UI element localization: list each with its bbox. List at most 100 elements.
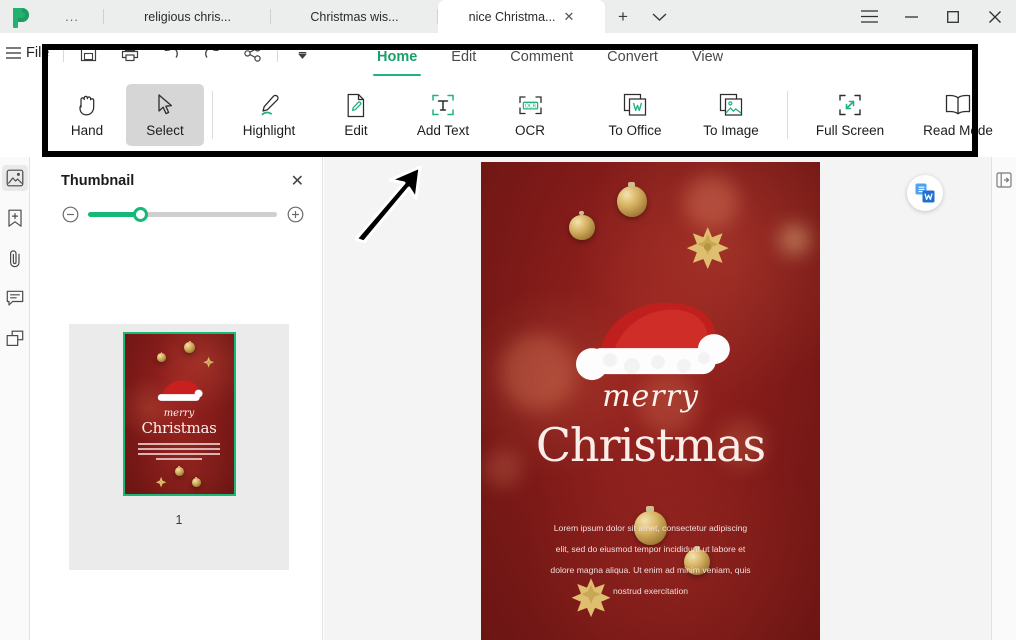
gold-ornament xyxy=(569,211,595,241)
annotation-arrow-icon xyxy=(354,165,422,243)
tool-to-office[interactable]: To Office xyxy=(587,84,683,146)
tab-convert[interactable]: Convert xyxy=(590,42,675,72)
window-close-icon[interactable] xyxy=(974,0,1016,33)
tab-comment[interactable]: Comment xyxy=(493,42,590,72)
tab-label: ... xyxy=(65,9,79,24)
print-icon[interactable] xyxy=(109,37,150,69)
tool-label: Highlight xyxy=(242,123,296,138)
undo-icon[interactable] xyxy=(150,37,191,69)
tab-view[interactable]: View xyxy=(675,42,740,72)
maximize-icon[interactable] xyxy=(932,0,974,33)
cursor-arrow-icon xyxy=(155,92,175,118)
tab-1[interactable]: religious chris... xyxy=(104,0,271,33)
window-controls xyxy=(848,0,1016,33)
tool-read-mode[interactable]: Read Mode xyxy=(904,84,1012,146)
main-menu-hamburger-icon[interactable] xyxy=(0,47,26,59)
body-line: dolore magna aliqua. Ut enim ad minim ve… xyxy=(550,565,751,576)
gold-bow xyxy=(684,222,731,270)
tool-label: Add Text xyxy=(416,123,470,138)
chevron-down-icon[interactable] xyxy=(641,0,677,33)
more-options-icon[interactable] xyxy=(282,37,323,69)
tab-2[interactable]: Christmas wis... xyxy=(271,0,438,33)
tab-0[interactable]: ... xyxy=(40,0,104,33)
tool-label: Edit xyxy=(344,123,368,138)
ocr-icon: OCR xyxy=(518,92,543,118)
to-image-icon xyxy=(719,92,744,118)
christmas-poster-art: merry Christmas Lorem ipsum dolor sit am… xyxy=(481,162,820,640)
window-menu-icon[interactable] xyxy=(848,0,890,33)
save-icon[interactable] xyxy=(68,37,109,69)
poster-main-title: Christmas xyxy=(535,417,766,472)
app-logo-icon xyxy=(0,0,40,33)
collapse-panel-icon[interactable] xyxy=(991,167,1016,193)
tool-label: Select xyxy=(146,123,184,138)
edit-document-icon xyxy=(345,92,367,118)
comment-icon[interactable] xyxy=(2,285,28,311)
home-tool-ribbon: Hand Select Highlight Edit Add Text OCR … xyxy=(0,73,1016,157)
tool-label: To Office xyxy=(608,123,662,138)
tool-edit[interactable]: Edit xyxy=(317,84,395,146)
minimize-icon[interactable] xyxy=(890,0,932,33)
tab-edit[interactable]: Edit xyxy=(434,42,493,72)
tool-label: Full Screen xyxy=(815,123,885,138)
tool-select[interactable]: Select xyxy=(126,84,204,146)
panel-title: Thumbnail xyxy=(61,173,135,189)
highlighter-pen-icon xyxy=(257,92,282,118)
close-panel-icon[interactable]: ✕ xyxy=(291,171,304,191)
tool-hand[interactable]: Hand xyxy=(48,84,126,146)
svg-text:OCR: OCR xyxy=(524,103,536,109)
application-window: ... religious chris... Christmas wis... … xyxy=(0,0,1016,640)
slider-knob[interactable] xyxy=(133,206,149,222)
tool-label: To Image xyxy=(703,123,759,138)
full-screen-icon xyxy=(838,92,862,118)
convert-to-word-button[interactable] xyxy=(907,175,943,211)
divider xyxy=(63,44,65,62)
bookmark-add-icon[interactable] xyxy=(2,205,28,231)
thumbnail-page-number: 1 xyxy=(175,513,183,527)
tab-label: religious chris... xyxy=(144,9,231,24)
tool-full-screen[interactable]: Full Screen xyxy=(796,84,904,146)
zoom-out-icon[interactable] xyxy=(61,205,79,223)
divider xyxy=(787,91,788,139)
poster-script-title: merry xyxy=(602,379,699,415)
to-office-icon xyxy=(623,92,648,118)
file-menu-button[interactable]: File xyxy=(26,45,59,61)
tool-to-image[interactable]: To Image xyxy=(683,84,779,146)
poster-body-text: Lorem ipsum dolor sit amet, consectetur … xyxy=(508,518,793,602)
ribbon-tab-strip: Home Edit Comment Convert View xyxy=(360,42,740,76)
tool-add-text[interactable]: Add Text xyxy=(395,84,491,146)
close-icon[interactable]: ✕ xyxy=(563,10,574,23)
new-tab-button[interactable]: + xyxy=(605,0,641,33)
convert-to-word-icon xyxy=(915,183,935,203)
tool-ocr[interactable]: OCR OCR xyxy=(491,84,569,146)
thumbnail-page-cell[interactable]: merry Christmas 1 xyxy=(69,324,289,570)
body-line: nostrud exercitation xyxy=(613,586,688,597)
thumbnail-panel: Thumbnail ✕ merry Christmas 1 xyxy=(31,157,323,640)
hand-icon xyxy=(76,92,98,118)
zoom-in-icon[interactable] xyxy=(286,205,304,223)
attachment-icon[interactable] xyxy=(2,245,28,271)
browser-tab-bar: ... religious chris... Christmas wis... … xyxy=(0,0,1016,33)
tab-home[interactable]: Home xyxy=(360,42,434,76)
thumbnail-page-preview[interactable]: merry Christmas xyxy=(122,332,236,496)
gold-ornament xyxy=(616,181,648,217)
tab-3-active[interactable]: nice Christma... ✕ xyxy=(438,0,605,33)
body-line: Lorem ipsum dolor sit amet, consectetur … xyxy=(553,523,748,534)
thumbnail-zoom-control xyxy=(31,191,322,223)
redo-icon[interactable] xyxy=(191,37,232,69)
tab-label: Christmas wis... xyxy=(310,9,399,24)
document-page-1[interactable]: merry Christmas Lorem ipsum dolor sit am… xyxy=(481,162,820,640)
tool-label: Hand xyxy=(70,123,104,138)
read-mode-book-icon xyxy=(944,92,972,118)
zoom-slider[interactable] xyxy=(88,206,277,222)
layers-icon[interactable] xyxy=(2,325,28,351)
thumbnail-icon[interactable] xyxy=(1,165,28,191)
tab-label: nice Christma... xyxy=(468,9,556,24)
tool-label: OCR xyxy=(515,123,545,138)
right-icon-rail xyxy=(991,157,1016,640)
body-line: elit, sed do eiusmod tempor incididunt u… xyxy=(555,544,746,555)
divider xyxy=(212,91,213,139)
tool-highlight[interactable]: Highlight xyxy=(221,84,317,146)
share-icon[interactable] xyxy=(232,37,273,69)
tool-label: Read Mode xyxy=(923,123,993,138)
